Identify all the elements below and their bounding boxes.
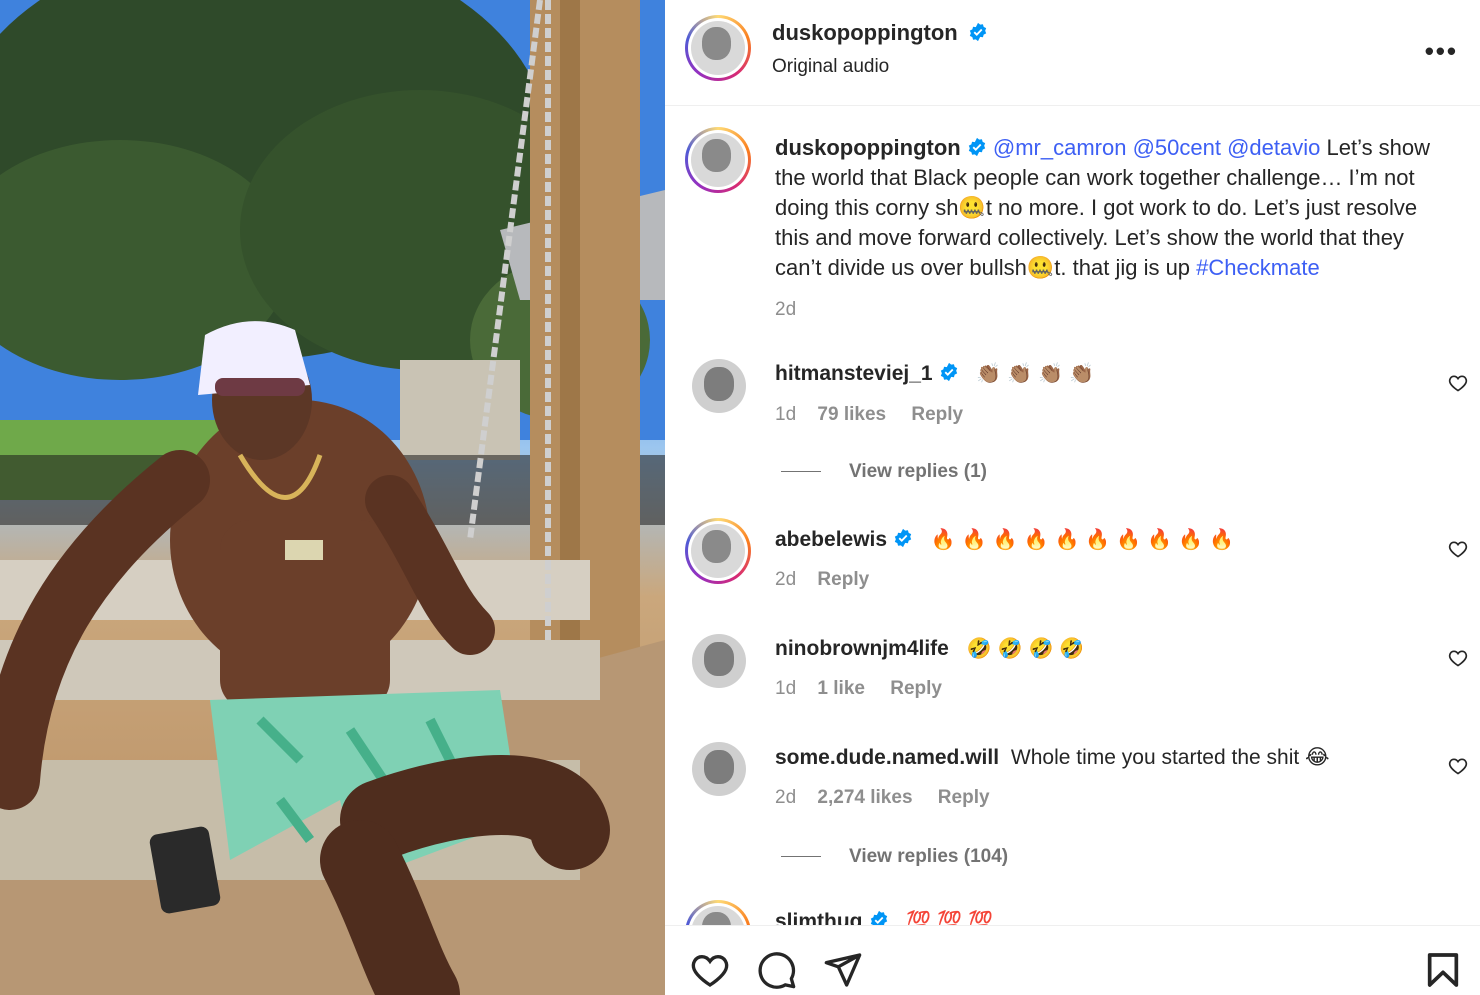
commenter-avatar[interactable]	[685, 900, 751, 925]
replies-divider	[781, 471, 821, 472]
more-options-button[interactable]: •••	[1425, 36, 1458, 67]
comment-time[interactable]: 1d	[775, 678, 796, 699]
reply-button[interactable]: Reply	[890, 678, 942, 699]
comment-text: 🔥🔥🔥🔥🔥🔥🔥🔥🔥🔥	[930, 529, 1240, 551]
reply-button[interactable]: Reply	[817, 569, 869, 590]
replies-divider	[781, 856, 821, 857]
hashtag-link[interactable]: #Checkmate	[1196, 255, 1320, 280]
comment-text: Whole time you started the shit 😂	[1010, 746, 1330, 769]
caption-time[interactable]: 2d	[775, 295, 1450, 325]
commenter-username[interactable]: ninobrownjm4life	[775, 637, 949, 660]
reply-button[interactable]: Reply	[911, 404, 963, 425]
reply-button[interactable]: Reply	[938, 787, 990, 808]
comment-text: 👏🏽👏🏽👏🏽👏🏽	[976, 363, 1101, 385]
bookmark-icon[interactable]	[1423, 950, 1463, 990]
verified-badge-icon	[968, 137, 985, 157]
commenter-avatar[interactable]	[692, 634, 746, 688]
like-comment-icon[interactable]	[1448, 756, 1468, 776]
view-replies-label: View replies (1)	[849, 461, 987, 482]
verified-badge-icon	[894, 528, 912, 548]
commenter-avatar[interactable]	[685, 518, 751, 584]
comment-text: 🤣🤣🤣🤣	[966, 638, 1091, 660]
caption-avatar[interactable]	[685, 127, 751, 193]
comment-item: slimthug 💯💯💯	[665, 900, 1480, 925]
caption-username[interactable]: duskopoppington	[775, 135, 961, 160]
post-photo	[0, 0, 665, 995]
comment-text: 💯💯💯	[906, 911, 1000, 925]
mention-link[interactable]: @mr_camron	[993, 135, 1127, 160]
verified-badge-icon	[870, 910, 887, 925]
author-avatar[interactable]	[685, 15, 751, 81]
post-caption: duskopoppington @mr_camron @50cent @deta…	[775, 133, 1450, 325]
comment-meta: 1d 79 likes Reply	[775, 404, 963, 426]
mention-link[interactable]: @detavio	[1227, 135, 1320, 160]
post-media[interactable]	[0, 0, 665, 995]
audio-label[interactable]: Original audio	[772, 56, 889, 78]
post-action-bar	[665, 925, 1480, 995]
like-comment-icon[interactable]	[1448, 648, 1468, 668]
view-replies-button[interactable]: View replies (104)	[781, 846, 1008, 868]
author-username[interactable]: duskopoppington	[772, 20, 958, 45]
like-comment-icon[interactable]	[1448, 373, 1468, 393]
commenter-avatar[interactable]	[692, 742, 746, 796]
comment-time[interactable]: 2d	[775, 787, 796, 808]
commenter-username[interactable]: slimthug	[775, 910, 863, 925]
comment-meta: 2d 2,274 likes Reply	[775, 787, 990, 809]
heart-icon[interactable]	[690, 950, 730, 990]
comment-bubble-icon[interactable]	[757, 950, 797, 990]
comment-likes[interactable]: 79 likes	[817, 404, 886, 425]
comment-meta: 2d Reply	[775, 569, 869, 591]
like-comment-icon[interactable]	[1448, 539, 1468, 559]
post-panel: duskopoppington Original audio ••• dusko…	[665, 0, 1480, 995]
comment-time[interactable]: 1d	[775, 404, 796, 425]
paper-plane-icon[interactable]	[823, 950, 863, 990]
commenter-username[interactable]: hitmansteviej_1	[775, 362, 933, 385]
view-replies-button[interactable]: View replies (1)	[781, 461, 987, 483]
comment-meta: 1d 1 like Reply	[775, 678, 942, 700]
mention-link[interactable]: @50cent	[1133, 135, 1221, 160]
commenter-username[interactable]: abebelewis	[775, 528, 887, 551]
commenter-username[interactable]: some.dude.named.will	[775, 746, 999, 769]
comment-likes[interactable]: 2,274 likes	[817, 787, 912, 808]
verified-badge-icon	[970, 22, 987, 42]
post-header: duskopoppington Original audio •••	[665, 0, 1480, 106]
verified-badge-icon	[940, 362, 957, 382]
comment-time[interactable]: 2d	[775, 569, 796, 590]
commenter-avatar[interactable]	[692, 359, 746, 413]
view-replies-label: View replies (104)	[849, 846, 1009, 867]
comment-likes[interactable]: 1 like	[817, 678, 865, 699]
